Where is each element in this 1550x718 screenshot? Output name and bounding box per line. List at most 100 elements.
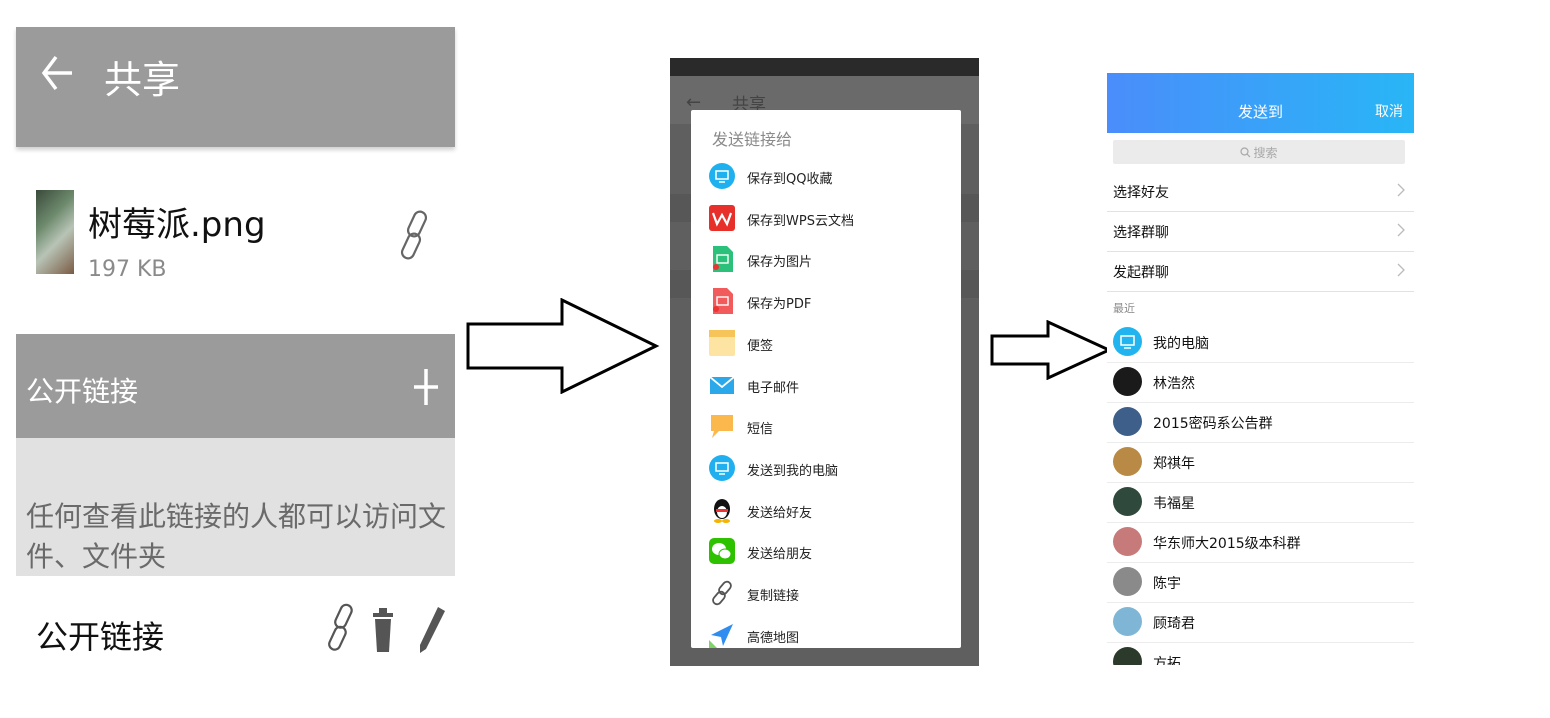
info-text: 任何查看此链接的人都可以访问文件、文件夹 <box>26 500 447 573</box>
file-size: 197 KB <box>88 257 167 282</box>
share-option[interactable]: 保存为PDF <box>691 281 961 323</box>
avatar <box>1113 607 1142 636</box>
qq-penguin-icon <box>709 497 735 523</box>
file-name: 树莓派.png <box>88 205 266 245</box>
share-screen: 共享 树莓派.png 197 KB 公开链接 任何查看此链接的人都可以访问文件、… <box>16 27 455 667</box>
menu-row-label: 选择好友 <box>1113 185 1169 201</box>
dialog-title: 发送链接给 <box>712 130 793 149</box>
file-thumbnail <box>36 190 74 274</box>
trash-icon[interactable] <box>372 607 394 653</box>
share-option[interactable]: 发送给朋友 <box>691 531 961 573</box>
link-icon <box>709 580 735 606</box>
share-option-label: 便签 <box>747 338 774 354</box>
public-link-label: 公开链接 <box>36 618 165 656</box>
amap-icon <box>709 622 735 648</box>
page-title: 共享 <box>104 58 181 102</box>
flow-arrow <box>990 320 1112 380</box>
recent-label: 最近 <box>1113 302 1135 315</box>
chevron-right-icon <box>1397 183 1405 197</box>
share-option[interactable]: 保存为图片 <box>691 239 961 281</box>
section-title: 公开链接 <box>26 375 139 408</box>
contact-name: 韦福星 <box>1153 496 1195 512</box>
pdf-icon <box>709 288 735 315</box>
avatar <box>1113 407 1142 436</box>
menu-row[interactable]: 选择群聊 <box>1107 211 1414 252</box>
share-option-label: 保存为PDF <box>747 297 812 313</box>
wechat-icon <box>709 538 735 565</box>
search-placeholder: 搜索 <box>1113 144 1405 161</box>
wps-icon <box>709 204 735 231</box>
share-option-label: 复制链接 <box>747 589 800 604</box>
menu-row[interactable]: 选择好友 <box>1107 171 1414 212</box>
contact-name: 2015密码系公告群 <box>1153 416 1273 432</box>
flow-arrow <box>466 298 660 394</box>
contact-row[interactable]: 我的电脑 <box>1107 322 1414 363</box>
back-arrow-icon[interactable] <box>38 53 78 93</box>
chevron-right-icon <box>1397 263 1405 277</box>
share-option-label: 电子邮件 <box>747 380 800 396</box>
share-option-label: 保存到QQ收藏 <box>747 172 833 187</box>
share-option[interactable]: 电子邮件 <box>691 365 961 407</box>
contact-name: 我的电脑 <box>1153 336 1209 352</box>
contact-row[interactable]: 顾琦君 <box>1107 602 1414 643</box>
computer-icon <box>1113 327 1142 356</box>
share-option-label: 保存到WPS云文档 <box>747 213 854 229</box>
contact-name: 林浩然 <box>1153 376 1195 392</box>
share-option-label: 发送到我的电脑 <box>747 463 839 479</box>
share-option[interactable]: 保存到WPS云文档 <box>691 198 961 240</box>
avatar <box>1113 647 1142 665</box>
page-title: 发送到 <box>1237 103 1283 121</box>
avatar <box>1113 447 1142 476</box>
avatar <box>1113 487 1142 516</box>
status-bar <box>670 58 979 76</box>
share-option-label: 发送给好友 <box>747 505 813 521</box>
share-option-label: 短信 <box>747 422 774 438</box>
menu-row-label: 选择群聊 <box>1113 225 1169 241</box>
share-option-label: 发送给朋友 <box>747 547 813 563</box>
avatar <box>1113 367 1142 396</box>
qq-favorites-icon <box>709 163 735 189</box>
contact-row[interactable]: 陈宇 <box>1107 562 1414 603</box>
contact-row[interactable]: 2015密码系公告群 <box>1107 402 1414 443</box>
contact-name: 方拓 <box>1153 656 1181 665</box>
contact-row[interactable]: 华东师大2015级本科群 <box>1107 522 1414 563</box>
plus-icon[interactable] <box>412 367 440 407</box>
contact-name: 华东师大2015级本科群 <box>1153 536 1301 552</box>
share-option-label: 保存为图片 <box>747 255 813 271</box>
contact-name: 顾琦君 <box>1153 616 1195 632</box>
cancel-button[interactable]: 取消 <box>1375 101 1403 121</box>
share-option[interactable]: 高德地图 <box>691 615 961 648</box>
share-option[interactable]: 复制链接 <box>691 573 961 615</box>
share-option[interactable]: 发送到我的电脑 <box>691 448 961 490</box>
contact-name: 陈宇 <box>1153 576 1181 592</box>
avatar <box>1113 567 1142 596</box>
send-to-screen: 发送到 取消 搜索 选择好友选择群聊发起群聊 最近 我的电脑林浩然 2015密码系… <box>1107 73 1414 665</box>
share-option[interactable]: 保存到QQ收藏 <box>691 156 961 198</box>
contact-row[interactable]: 林浩然 <box>1107 362 1414 403</box>
avatar <box>1113 527 1142 556</box>
menu-row-label: 发起群聊 <box>1113 265 1169 281</box>
note-icon <box>709 329 735 356</box>
link-icon[interactable] <box>326 602 354 654</box>
chevron-right-icon <box>1397 223 1405 237</box>
mail-icon <box>709 372 735 398</box>
computer-icon <box>709 454 735 481</box>
send-link-screen: ← 共享 发送链接给 保存到QQ收藏 保存到WPS云文档 保存为图片 保存为PDF 便签… <box>670 58 979 666</box>
share-dialog: 发送链接给 保存到QQ收藏保存到WPS云文档 保存为图片保存为PDF 便签电子邮件短… <box>691 110 961 648</box>
pencil-icon[interactable] <box>418 605 446 655</box>
share-option[interactable]: 发送给好友 <box>691 490 961 532</box>
image-icon <box>709 246 735 273</box>
share-option[interactable]: 便签 <box>691 323 961 365</box>
contact-row[interactable]: 方拓 <box>1107 642 1414 665</box>
share-option-label: 高德地图 <box>747 630 800 646</box>
contact-row[interactable]: 郑祺年 <box>1107 442 1414 483</box>
menu-row[interactable]: 发起群聊 <box>1107 251 1414 292</box>
share-option[interactable]: 短信 <box>691 406 961 448</box>
search-input[interactable]: 搜索 <box>1113 140 1405 164</box>
contact-name: 郑祺年 <box>1153 456 1195 472</box>
link-icon[interactable] <box>398 209 430 263</box>
sms-icon <box>709 413 735 439</box>
search-icon <box>1240 147 1251 158</box>
app-header <box>16 27 455 147</box>
contact-row[interactable]: 韦福星 <box>1107 482 1414 523</box>
